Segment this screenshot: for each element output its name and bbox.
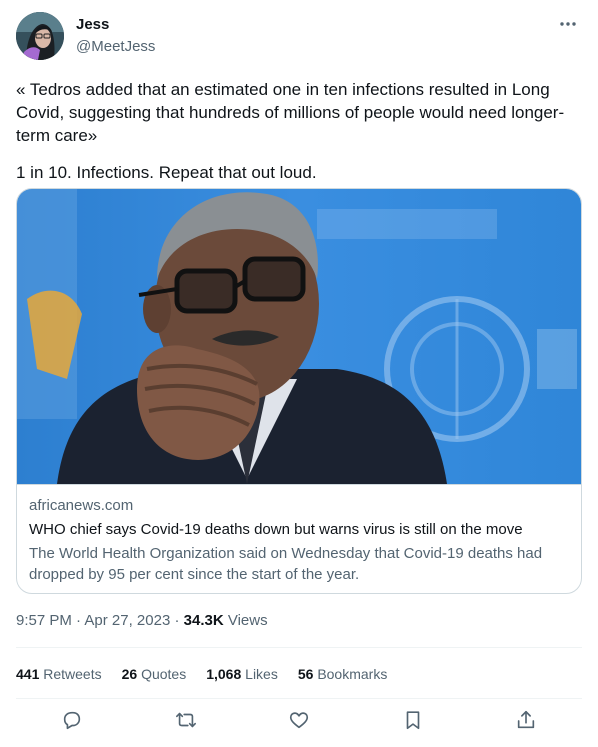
retweets-count: 441 xyxy=(16,666,40,682)
likes-label: Likes xyxy=(245,666,278,682)
tweet-text: « Tedros added that an estimated one in … xyxy=(16,78,582,184)
reply-icon xyxy=(63,711,81,730)
tweet-stats: 441 Retweets 26 Quotes 1,068 Likes 56 Bo… xyxy=(16,666,387,682)
card-title: WHO chief says Covid-19 deaths down but … xyxy=(29,521,523,538)
share-icon xyxy=(517,710,535,729)
bookmark-icon xyxy=(406,711,419,730)
retweets-label: Retweets xyxy=(43,666,102,682)
divider xyxy=(16,647,582,648)
views-count: 34.3K xyxy=(183,612,224,629)
views-label: Views xyxy=(227,612,268,629)
tweet-actions xyxy=(16,708,582,732)
share-button[interactable] xyxy=(514,708,538,732)
avatar[interactable] xyxy=(16,12,64,60)
more-options-button[interactable] xyxy=(556,12,580,36)
quotes-label: Quotes xyxy=(141,666,187,682)
divider xyxy=(16,698,582,699)
reply-button[interactable] xyxy=(60,708,84,732)
quotes-stat[interactable]: 26 Quotes xyxy=(122,666,187,682)
card-domain: africanews.com xyxy=(29,497,134,514)
link-card[interactable]: africanews.com WHO chief says Covid-19 d… xyxy=(16,188,582,594)
tweet-paragraph: 1 in 10. Infections. Repeat that out lou… xyxy=(16,163,317,182)
author-handle[interactable]: @MeetJess xyxy=(76,38,155,55)
bookmarks-stat[interactable]: 56 Bookmarks xyxy=(298,666,388,682)
bookmark-button[interactable] xyxy=(401,708,425,732)
bookmarks-label: Bookmarks xyxy=(317,666,388,682)
card-image xyxy=(17,189,581,484)
quotes-count: 26 xyxy=(121,666,138,682)
card-description: The World Health Organization said on We… xyxy=(29,545,543,583)
retweet-icon xyxy=(175,712,196,728)
author-name[interactable]: Jess xyxy=(76,16,109,33)
more-icon xyxy=(560,22,576,26)
meta-separator: · xyxy=(71,612,85,629)
tweet-meta: 9:57 PM · Apr 27, 2023 · 34.3K Views xyxy=(16,612,268,629)
likes-count: 1,068 xyxy=(206,666,242,682)
like-button[interactable] xyxy=(287,708,311,732)
tweet-time[interactable]: 9:57 PM xyxy=(16,612,72,629)
retweets-stat[interactable]: 441 Retweets xyxy=(16,666,102,682)
meta-separator: · xyxy=(170,612,184,629)
bookmarks-count: 56 xyxy=(297,666,314,682)
like-icon xyxy=(289,712,309,729)
likes-stat[interactable]: 1,068 Likes xyxy=(206,666,278,682)
tweet-paragraph: « Tedros added that an estimated one in … xyxy=(16,80,565,145)
tweet-date[interactable]: Apr 27, 2023 xyxy=(84,612,170,629)
avatar-image xyxy=(16,12,64,60)
retweet-button[interactable] xyxy=(174,708,198,732)
